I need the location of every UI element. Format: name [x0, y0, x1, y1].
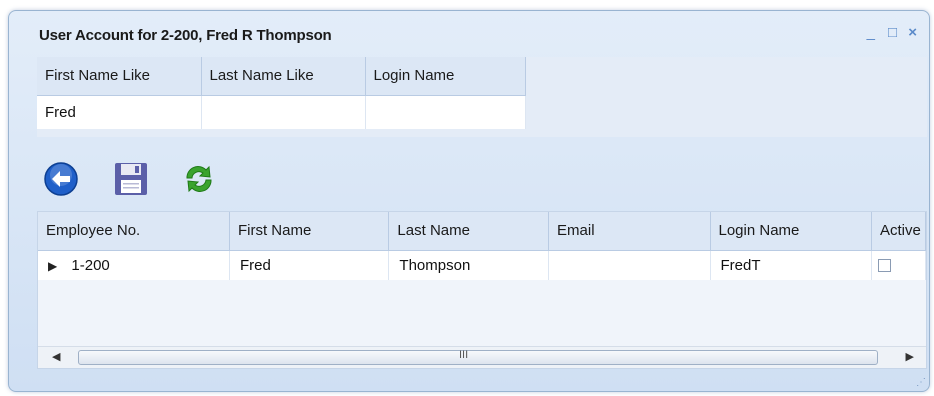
filter-panel: First Name Like Last Name Like Login Nam…	[37, 57, 927, 137]
scroll-right-icon[interactable]: ▶	[906, 350, 914, 363]
cell-login-name[interactable]: FredT	[710, 250, 872, 280]
scroll-thumb[interactable]: III	[78, 349, 878, 365]
title-bar: User Account for 2-200, Fred R Thompson …	[9, 11, 929, 57]
filter-header-first-name[interactable]: First Name Like	[37, 57, 202, 96]
column-header-login-name[interactable]: Login Name	[710, 212, 872, 251]
filter-first-name-input[interactable]: Fred	[37, 95, 202, 129]
maximize-button[interactable]: □	[888, 25, 897, 41]
horizontal-scrollbar[interactable]: ◀ III ▶	[38, 346, 926, 368]
back-arrow-icon[interactable]	[43, 161, 79, 197]
row-indicator-icon: ▶	[48, 258, 58, 273]
column-header-first-name[interactable]: First Name	[229, 212, 390, 251]
filter-header-login-name[interactable]: Login Name	[365, 57, 526, 96]
cell-employee-no[interactable]: ▶ 1-200	[38, 250, 230, 280]
column-header-email[interactable]: Email	[548, 212, 711, 251]
cell-email[interactable]	[548, 250, 711, 280]
filter-grid: First Name Like Last Name Like Login Nam…	[37, 57, 526, 129]
scroll-grip-icon: III	[459, 349, 469, 361]
cell-active[interactable]	[871, 250, 926, 280]
filter-last-name-input[interactable]	[201, 95, 366, 129]
column-header-active[interactable]: Active	[871, 212, 926, 251]
scroll-left-icon[interactable]: ◀	[52, 350, 60, 363]
column-header-last-name[interactable]: Last Name	[388, 212, 550, 251]
filter-login-name-input[interactable]	[365, 95, 526, 129]
cell-first-name[interactable]: Fred	[229, 250, 390, 280]
resize-grip-icon[interactable]: ⋰	[916, 377, 926, 388]
refresh-icon[interactable]	[181, 161, 217, 197]
cell-last-name[interactable]: Thompson	[388, 250, 550, 280]
table-row[interactable]: ▶ 1-200 Fred Thompson FredT	[38, 250, 926, 280]
user-account-window: User Account for 2-200, Fred R Thompson …	[8, 10, 930, 392]
filter-header-last-name[interactable]: Last Name Like	[201, 57, 366, 96]
grid-header-row: Employee No. First Name Last Name Email …	[38, 212, 926, 251]
toolbar	[37, 151, 927, 211]
column-header-employee-no[interactable]: Employee No.	[38, 212, 230, 251]
employee-no-value: 1-200	[71, 256, 110, 274]
minimize-button[interactable]: _	[867, 25, 875, 41]
floppy-disk-icon[interactable]	[113, 161, 149, 197]
close-button[interactable]: ×	[908, 25, 917, 41]
employee-grid: Employee No. First Name Last Name Email …	[37, 211, 927, 369]
active-checkbox[interactable]	[877, 259, 891, 273]
window-title: User Account for 2-200, Fred R Thompson	[39, 27, 332, 44]
